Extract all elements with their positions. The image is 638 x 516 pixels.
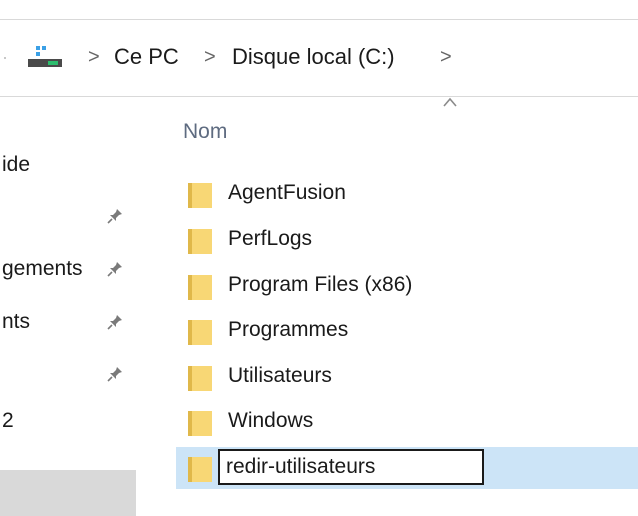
breadcrumb-separator-icon: > [204, 46, 216, 68]
nav-item-documents[interactable]: nts [0, 305, 150, 339]
folder-icon [188, 183, 212, 208]
nav-item-label: gements [2, 257, 83, 280]
navigation-pane: ide gements nts 2 [0, 98, 160, 516]
breadcrumb-item-local-disk[interactable]: Disque local (C:) [232, 43, 395, 71]
file-explorer-window: · > Ce PC > Disque local (C:) > Nom ide [0, 0, 638, 516]
nav-item-label: 2 [2, 409, 14, 432]
pin-icon[interactable] [106, 313, 124, 331]
address-left-edge-icon: · [2, 47, 8, 67]
nav-item-label: nts [2, 310, 31, 333]
list-item[interactable]: Windows [176, 401, 638, 443]
nav-item-6[interactable]: 2 [0, 404, 150, 438]
computer-icon [28, 46, 62, 67]
folder-icon [188, 457, 212, 482]
nav-item-pinned-4[interactable] [0, 357, 150, 391]
file-name: Windows [228, 409, 314, 432]
folder-icon [188, 320, 212, 345]
address-bar[interactable]: · > Ce PC > Disque local (C:) > [0, 19, 638, 97]
pin-icon[interactable] [106, 207, 124, 225]
nav-item-downloads[interactable]: gements [0, 252, 150, 286]
pin-icon[interactable] [106, 365, 124, 383]
breadcrumb-item-this-pc[interactable]: Ce PC [114, 43, 179, 71]
file-name: AgentFusion [228, 181, 346, 204]
column-header-name[interactable]: Nom [183, 118, 227, 146]
list-item[interactable]: AgentFusion [176, 173, 638, 215]
breadcrumb-separator-icon: > [88, 46, 100, 68]
list-item[interactable]: PerfLogs [176, 219, 638, 261]
file-name: Programmes [228, 318, 349, 341]
list-item[interactable]: Programmes [176, 310, 638, 352]
folder-icon [188, 366, 212, 391]
folder-icon [188, 275, 212, 300]
folder-icon [188, 411, 212, 436]
file-name: PerfLogs [228, 227, 313, 250]
nav-item-pinned-1[interactable] [0, 199, 150, 233]
list-item[interactable]: Utilisateurs [176, 356, 638, 398]
list-item[interactable]: Program Files (x86) [176, 265, 638, 307]
list-item-renaming[interactable] [176, 447, 638, 489]
rename-input[interactable] [218, 449, 484, 485]
nav-item-quick-access[interactable]: ide [0, 148, 150, 182]
nav-item-selected[interactable] [0, 470, 136, 516]
title-strip [0, 0, 638, 18]
file-name: Program Files (x86) [228, 273, 413, 296]
nav-item-label: ide [2, 153, 31, 176]
pin-icon[interactable] [106, 260, 124, 278]
sort-ascending-icon [443, 97, 457, 107]
file-name: Utilisateurs [228, 364, 332, 387]
breadcrumb-separator-icon[interactable]: > [440, 43, 452, 71]
folder-icon [188, 229, 212, 254]
